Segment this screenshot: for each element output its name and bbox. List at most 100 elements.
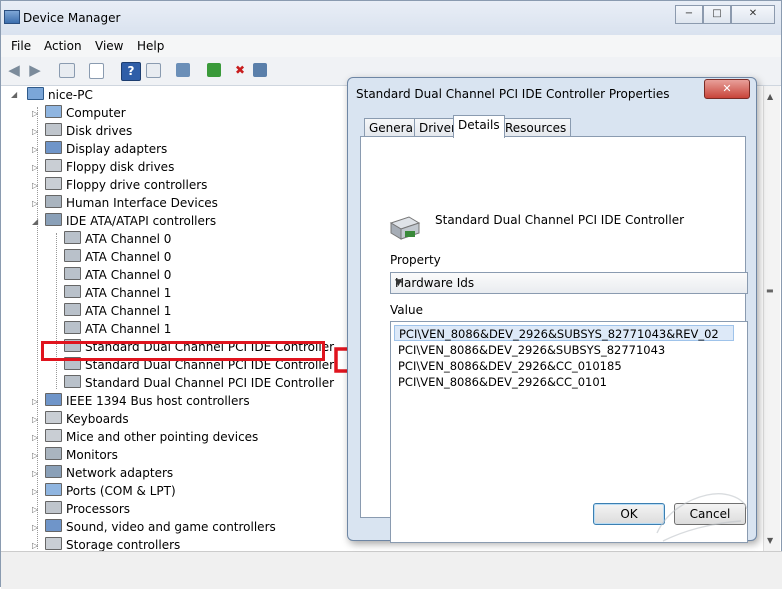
tree-item[interactable]: Floppy disk drives — [45, 159, 174, 175]
show-hidden-icon[interactable] — [146, 63, 161, 78]
device-category-icon — [45, 429, 62, 442]
tree-item-label: Keyboards — [66, 412, 129, 426]
help-icon[interactable]: ? — [121, 62, 141, 81]
tab-general[interactable]: General — [364, 118, 422, 137]
expand-icon[interactable]: ▷ — [32, 109, 38, 118]
value-row[interactable]: PCI\VEN_8086&DEV_2926&CC_010185 — [394, 358, 626, 374]
tree-item[interactable]: ATA Channel 0 — [64, 231, 171, 247]
controller-icon — [64, 267, 81, 280]
caption-buttons: − □ ✕ — [675, 5, 775, 24]
tree-scrollbar[interactable]: ▲ ▬ ▼ — [763, 86, 780, 551]
value-row[interactable]: PCI\VEN_8086&DEV_2926&CC_0101 — [394, 374, 611, 390]
expand-icon[interactable]: ▷ — [32, 127, 38, 136]
tree-item-label: Mice and other pointing devices — [66, 430, 259, 444]
tree-item[interactable]: IEEE 1394 Bus host controllers — [45, 393, 250, 409]
uninstall-icon[interactable]: ✖ — [231, 62, 249, 79]
device-category-icon — [45, 537, 62, 550]
device-category-icon — [45, 519, 62, 532]
controller-icon — [64, 249, 81, 262]
tree-item[interactable]: ATA Channel 0 — [64, 267, 171, 283]
scan-hardware-icon[interactable] — [176, 63, 190, 77]
menu-action[interactable]: Action — [44, 39, 82, 53]
tree-item[interactable]: ATA Channel 1 — [64, 303, 171, 319]
tree-root[interactable]: nice-PC — [27, 87, 93, 103]
tree-item[interactable]: Disk drives — [45, 123, 132, 139]
expand-icon[interactable]: ▷ — [32, 163, 38, 172]
menu-help[interactable]: Help — [137, 39, 164, 53]
window-title: Device Manager — [23, 11, 121, 25]
expand-icon[interactable]: ▷ — [32, 505, 38, 514]
tree-item[interactable]: ATA Channel 1 — [64, 321, 171, 337]
tree-item-label: ATA Channel 0 — [85, 232, 172, 246]
expand-icon[interactable]: ▷ — [32, 451, 38, 460]
update-driver-icon[interactable] — [207, 63, 221, 77]
tree-item-label: ATA Channel 1 — [85, 304, 172, 318]
tree-item[interactable]: Network adapters — [45, 465, 173, 481]
scroll-up-icon[interactable]: ▲ — [767, 92, 773, 101]
tree-item[interactable]: Computer — [45, 105, 126, 121]
tree-item-label: Computer — [66, 106, 126, 120]
device-category-icon — [45, 483, 62, 496]
expand-icon[interactable]: ▷ — [32, 181, 38, 190]
tree-item[interactable]: ATA Channel 0 — [64, 249, 171, 265]
expand-icon[interactable]: ▷ — [32, 523, 38, 532]
collapse-icon[interactable]: ◢ — [32, 217, 38, 226]
list-view-icon[interactable] — [89, 63, 104, 79]
expand-icon[interactable]: ▷ — [32, 397, 38, 406]
minimize-button[interactable]: − — [675, 5, 703, 24]
expand-icon[interactable]: ▷ — [32, 469, 38, 478]
tree-item-label: ATA Channel 1 — [85, 322, 172, 336]
tree-item-label: Processors — [66, 502, 131, 516]
expand-icon[interactable]: ▷ — [32, 541, 38, 550]
tab-resources[interactable]: Resources — [500, 118, 572, 137]
tree-item[interactable]: Human Interface Devices — [45, 195, 218, 211]
device-category-icon — [45, 213, 62, 226]
title-bar[interactable]: Device Manager − □ ✕ — [1, 1, 781, 35]
value-row[interactable]: PCI\VEN_8086&DEV_2926&SUBSYS_82771043 — [394, 342, 669, 358]
tree-item[interactable]: Mice and other pointing devices — [45, 429, 258, 445]
device-category-icon — [45, 105, 62, 118]
maximize-button[interactable]: □ — [703, 5, 731, 24]
value-row[interactable]: PCI\VEN_8086&DEV_2926&SUBSYS_82771043&RE… — [394, 325, 734, 341]
tree-item[interactable]: Sound, video and game controllers — [45, 519, 276, 535]
tree-item[interactable]: Ports (COM & LPT) — [45, 483, 176, 499]
tree-item[interactable]: Monitors — [45, 447, 118, 463]
tab-details[interactable]: Details — [453, 115, 505, 138]
expand-icon[interactable]: ▷ — [32, 145, 38, 154]
tree-item-label: Standard Dual Channel PCI IDE Controller — [85, 376, 335, 390]
device-category-icon — [45, 447, 62, 460]
properties-view-icon[interactable] — [59, 63, 75, 78]
tree-item-label: ATA Channel 1 — [85, 286, 172, 300]
tree-item[interactable]: Floppy drive controllers — [45, 177, 207, 193]
collapse-icon[interactable]: ◢ — [11, 90, 17, 99]
tree-item-label: Disk drives — [66, 124, 133, 138]
dialog-close-button[interactable]: ✕ — [704, 79, 750, 99]
expand-icon[interactable]: ▷ — [32, 433, 38, 442]
device-category-icon — [45, 141, 62, 154]
tree-item[interactable]: ATA Channel 1 — [64, 285, 171, 301]
tree-item[interactable]: Display adapters — [45, 141, 167, 157]
back-icon[interactable]: ◀ — [5, 62, 23, 79]
tree-item[interactable]: Keyboards — [45, 411, 129, 427]
device-category-icon — [45, 501, 62, 514]
close-button[interactable]: ✕ — [731, 5, 775, 24]
tree-item-label: Floppy disk drives — [66, 160, 175, 174]
expand-icon[interactable]: ▷ — [32, 199, 38, 208]
menu-view[interactable]: View — [95, 39, 123, 53]
expand-icon[interactable]: ▷ — [32, 415, 38, 424]
watermark-icon — [656, 493, 748, 542]
expand-icon[interactable]: ▷ — [32, 487, 38, 496]
disable-icon[interactable] — [253, 63, 267, 77]
tree-item[interactable]: Processors — [45, 501, 130, 517]
menu-file[interactable]: File — [11, 39, 31, 53]
forward-icon[interactable]: ▶ — [26, 62, 44, 79]
controller-icon — [64, 285, 81, 298]
tree-item-label: Network adapters — [66, 466, 174, 480]
scroll-thumb[interactable]: ▬ — [766, 286, 777, 296]
tree-item-label: IEEE 1394 Bus host controllers — [66, 394, 250, 408]
tree-item[interactable]: Standard Dual Channel PCI IDE Controller — [64, 375, 334, 391]
scroll-down-icon[interactable]: ▼ — [767, 536, 773, 545]
chevron-down-icon: ▼ — [395, 278, 402, 288]
property-dropdown[interactable]: Hardware Ids ▼ — [390, 272, 748, 294]
tree-item[interactable]: IDE ATA/ATAPI controllers — [45, 213, 216, 229]
